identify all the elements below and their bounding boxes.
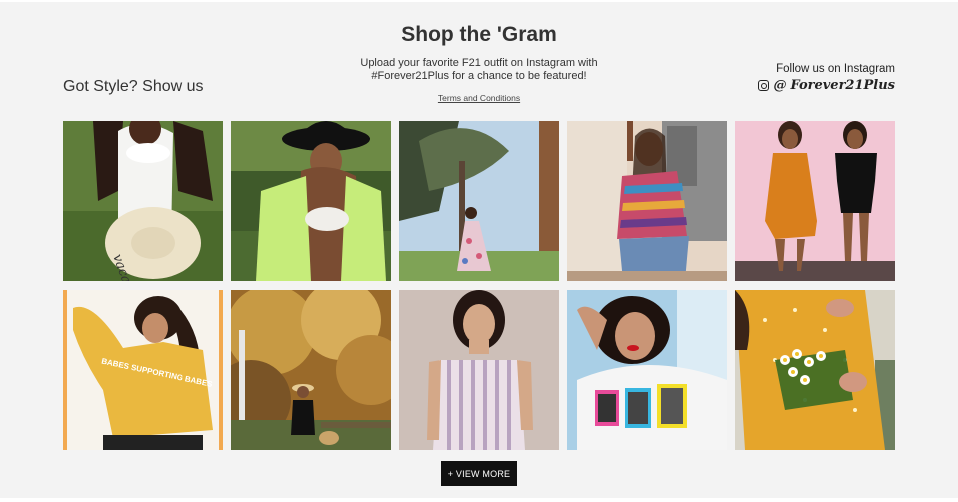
photo-image: [735, 121, 895, 281]
instagram-section: Shop the 'Gram Got Style? Show us Upload…: [0, 2, 958, 498]
upload-instructions: Upload your favorite F21 outfit on Insta…: [329, 57, 629, 105]
photo-image: [231, 121, 391, 281]
instagram-handle-link[interactable]: @ Forever21Plus: [758, 78, 895, 93]
photo-image: [567, 290, 727, 450]
photo-image: BABES SUPPORTING BABES: [63, 290, 223, 450]
instagram-photo[interactable]: [231, 290, 391, 450]
photo-grid: vacay BABES SUPPORTING BABES: [63, 121, 895, 450]
instagram-photo[interactable]: [399, 121, 559, 281]
upload-line-1: Upload your favorite F21 outfit on Insta…: [360, 57, 598, 69]
instagram-photo[interactable]: [567, 290, 727, 450]
section-title: Shop the 'Gram: [401, 23, 557, 46]
upload-line-2: #Forever21Plus for a chance to be featur…: [371, 70, 587, 82]
tagline: Got Style? Show us: [63, 78, 204, 95]
instagram-photo[interactable]: [399, 290, 559, 450]
photo-image: [231, 290, 391, 450]
instagram-photo[interactable]: [567, 121, 727, 281]
follow-block: Follow us on Instagram @ Forever21Plus: [758, 63, 895, 93]
instagram-photo[interactable]: [735, 121, 895, 281]
photo-image: [567, 121, 727, 281]
instagram-photo[interactable]: [735, 290, 895, 450]
photo-image: [399, 290, 559, 450]
instagram-photo[interactable]: BABES SUPPORTING BABES: [63, 290, 223, 450]
at-sign: @: [773, 78, 787, 93]
instagram-photo[interactable]: vacay: [63, 121, 223, 281]
follow-label: Follow us on Instagram: [776, 63, 895, 75]
terms-link[interactable]: Terms and Conditions: [438, 92, 520, 105]
instagram-photo[interactable]: [231, 121, 391, 281]
photo-image: [735, 290, 895, 450]
photo-image: vacay: [63, 121, 223, 281]
instagram-icon: [758, 80, 770, 91]
view-more-button[interactable]: + VIEW MORE: [441, 461, 517, 486]
handle-text: Forever21Plus: [790, 78, 895, 93]
photo-image: [399, 121, 559, 281]
